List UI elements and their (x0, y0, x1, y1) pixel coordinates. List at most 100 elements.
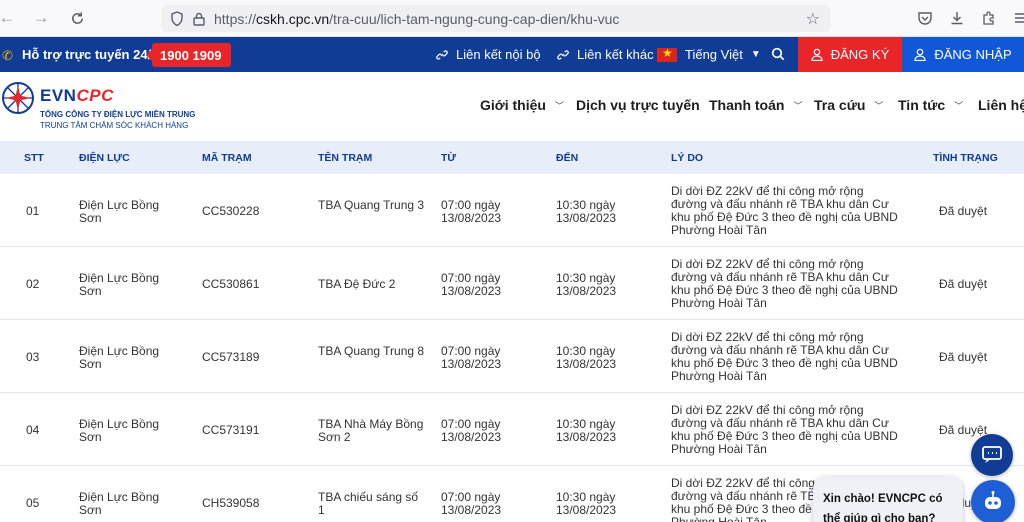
lock-icon[interactable] (192, 11, 206, 27)
cell-den: 10:30 ngày 13/08/2023 (556, 271, 617, 298)
external-links-label: Liên kết khác (577, 47, 654, 62)
cell-tu: 07:00 ngày 13/08/2023 (441, 344, 502, 371)
link-icon (436, 49, 448, 60)
language-selector[interactable]: Tiếng Việt ▼ (657, 37, 761, 72)
cell-den: 10:30 ngày 13/08/2023 (556, 417, 617, 444)
chat-greeting-text: Xin chào! EVNCPC có thể giúp gì cho bạn? (823, 493, 943, 522)
link-icon (557, 49, 569, 60)
chat-support-button[interactable] (971, 434, 1013, 476)
menu-icon[interactable] (1011, 8, 1024, 28)
site-topbar: ✆ Hỗ trợ trực tuyến 24/7: 1900 1909 Liên… (0, 37, 1024, 72)
brand-name[interactable]: EVNCPC (40, 86, 114, 106)
menu-thanh-toan[interactable]: Thanh toán ﹀ (709, 97, 802, 113)
reload-icon[interactable] (64, 5, 90, 31)
cell-ma-tram: CC530861 (202, 277, 260, 291)
cell-tu: 07:00 ngày 13/08/2023 (441, 271, 502, 298)
language-label: Tiếng Việt (685, 47, 743, 62)
menu-gioi-thieu[interactable]: Giới thiệu ﹀ (480, 97, 564, 113)
evn-logo-icon[interactable] (0, 80, 36, 116)
table-row: 03 Điện Lực Bồng Sơn CC573189 TBA Quang … (0, 320, 1024, 393)
phone-icon: ✆ (2, 47, 13, 63)
download-icon[interactable] (947, 8, 967, 28)
cell-stt: 04 (26, 423, 40, 437)
cell-tinh-trang: Đã duyệt (939, 204, 988, 218)
cell-den: 10:30 ngày 13/08/2023 (556, 344, 617, 371)
cell-dien-luc: Điện Lực Bồng Sơn (79, 198, 160, 225)
cell-ma-tram: CC530228 (202, 204, 260, 218)
cell-ly-do: Di dời ĐZ 22kV để thi công mở rộng đường… (671, 257, 898, 310)
cell-ten-tram: TBA Đệ Đức 2 (318, 277, 396, 291)
cell-ma-tram: CC573191 (202, 423, 260, 437)
table-row: 04 Điện Lực Bồng Sơn CC573191 TBA Nhà Má… (0, 393, 1024, 466)
menu-tra-cuu[interactable]: Tra cứu ﹀ (814, 97, 883, 113)
star-icon[interactable]: ☆ (806, 9, 820, 29)
cell-ma-tram: CC573189 (202, 350, 260, 364)
chevron-down-icon: ﹀ (874, 100, 884, 111)
cell-ly-do: Di dời ĐZ 22kV để thi công mở rộng đường… (671, 403, 898, 456)
cell-dien-luc: Điện Lực Bồng Sơn (79, 490, 160, 517)
cell-ly-do: Di dời ĐZ 22kV để thi công mở rộng đường… (671, 330, 898, 383)
chat-icon (982, 446, 1002, 463)
robot-icon (985, 491, 1001, 509)
support-info: ✆ Hỗ trợ trực tuyến 24/7: (0, 37, 163, 72)
chevron-down-icon: ﹀ (554, 100, 564, 111)
col-ly-do: LÝ DO (671, 152, 704, 164)
cell-tinh-trang: Đã duyệt (939, 350, 988, 364)
menu-lien-he[interactable]: Liên hệ (978, 97, 1024, 113)
cell-dien-luc: Điện Lực Bồng Sơn (79, 271, 160, 298)
col-tu: TỪ (441, 152, 457, 164)
menu-dich-vu-truc-tuyen[interactable]: Dịch vụ trực tuyến (576, 97, 700, 113)
register-button[interactable]: ĐĂNG KÝ (798, 37, 902, 72)
cell-stt: 03 (26, 350, 40, 364)
vietnam-flag-icon (657, 46, 677, 62)
login-button[interactable]: ĐĂNG NHẬP (902, 37, 1024, 72)
extensions-icon[interactable] (979, 8, 999, 28)
cell-tu: 07:00 ngày 13/08/2023 (441, 198, 502, 225)
cell-stt: 05 (26, 496, 40, 510)
url-text: https://cskh.cpc.vn/tra-cuu/lich-tam-ngu… (214, 10, 620, 27)
cell-tinh-trang: Đã duyệt (939, 277, 988, 291)
brand-line-1: TỔNG CÔNG TY ĐIỆN LỰC MIỀN TRUNG (40, 110, 196, 119)
forward-arrow-icon[interactable]: → (28, 5, 54, 31)
cell-stt: 02 (26, 277, 40, 291)
col-stt: STT (24, 152, 44, 164)
cell-tinh-trang: Đã duyệt (939, 423, 988, 437)
cell-dien-luc: Điện Lực Bồng Sơn (79, 417, 160, 444)
user-icon (811, 48, 823, 61)
cell-stt: 01 (26, 204, 40, 218)
internal-links-link[interactable]: Liên kết nội bộ (436, 37, 541, 72)
shield-icon[interactable] (170, 10, 184, 27)
cell-ly-do: Di dời ĐZ 22kV để thi công mở rộng đường… (671, 184, 898, 237)
external-links-link[interactable]: Liên kết khác (557, 37, 654, 72)
cell-ten-tram: TBA Quang Trung 8 (318, 344, 425, 358)
login-label: ĐĂNG NHẬP (934, 47, 1012, 62)
col-ten-tram: TÊN TRẠM (318, 152, 373, 164)
pocket-icon[interactable] (915, 8, 935, 28)
table-header: STT ĐIỆN LỰC MÃ TRẠM TÊN TRẠM TỪ ĐẾN LÝ … (0, 141, 1024, 174)
col-ma-tram: MÃ TRẠM (202, 152, 252, 164)
cell-ten-tram: TBA Quang Trung 3 (318, 198, 425, 212)
menu-tin-tuc[interactable]: Tin tức ﹀ (898, 97, 963, 113)
chevron-down-icon: ﹀ (954, 100, 964, 111)
table-row: 02 Điện Lực Bồng Sơn CC530861 TBA Đệ Đức… (0, 247, 1024, 320)
chevron-down-icon: ▼ (750, 49, 761, 60)
internal-links-label: Liên kết nội bộ (456, 47, 541, 62)
chevron-down-icon: ﹀ (793, 100, 803, 111)
cell-ten-tram: TBA chiếu sáng số 1 (318, 490, 419, 517)
brand-line-2: TRUNG TÂM CHĂM SÓC KHÁCH HÀNG (40, 121, 189, 130)
chatbot-avatar[interactable] (971, 480, 1015, 522)
user-icon (914, 48, 926, 61)
hotline-badge[interactable]: 1900 1909 (145, 43, 232, 67)
register-label: ĐĂNG KÝ (830, 47, 890, 62)
back-arrow-icon[interactable]: ← (0, 5, 20, 31)
cell-ten-tram: TBA Nhà Máy Bồng Sơn 2 (318, 417, 424, 444)
chat-greeting-bubble[interactable]: Xin chào! EVNCPC có thể giúp gì cho bạn? (813, 477, 963, 522)
cell-tu: 07:00 ngày 13/08/2023 (441, 417, 502, 444)
search-icon[interactable] (771, 47, 785, 61)
cell-den: 10:30 ngày 13/08/2023 (556, 198, 617, 225)
cell-dien-luc: Điện Lực Bồng Sơn (79, 344, 160, 371)
browser-toolbar: ← → https://cskh.cpc.vn/tra-cuu/lich-tam… (0, 0, 1024, 37)
site-header: EVNCPC TỔNG CÔNG TY ĐIỆN LỰC MIỀN TRUNG … (0, 72, 1024, 140)
cell-tu: 07:00 ngày 13/08/2023 (441, 490, 502, 517)
address-bar[interactable]: https://cskh.cpc.vn/tra-cuu/lich-tam-ngu… (162, 5, 830, 32)
